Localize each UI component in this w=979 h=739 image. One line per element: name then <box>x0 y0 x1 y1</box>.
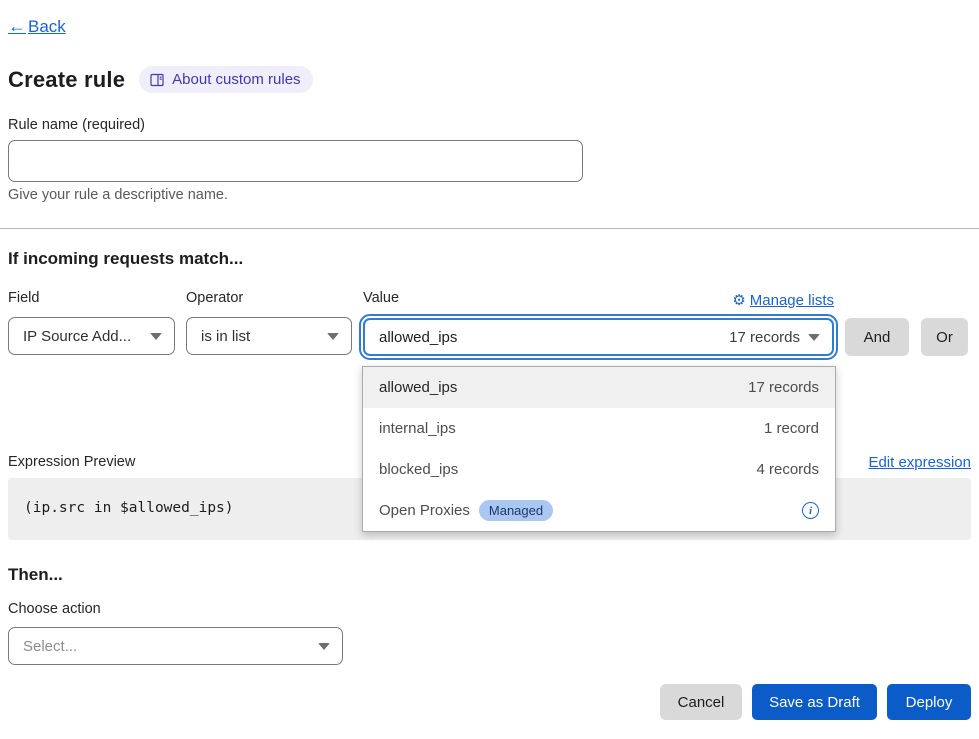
expression-preview-label: Expression Preview <box>8 454 135 470</box>
managed-badge: Managed <box>479 500 553 521</box>
back-label: Back <box>28 17 66 36</box>
then-section-heading: Then... <box>8 565 63 585</box>
operator-label: Operator <box>186 290 243 306</box>
match-section-heading: If incoming requests match... <box>8 249 243 269</box>
about-custom-rules-label: About custom rules <box>172 71 300 88</box>
list-record-count: 17 records <box>748 379 819 396</box>
operator-select[interactable]: is in list <box>186 317 352 355</box>
title-row: Create rule About custom rules <box>8 66 313 93</box>
chevron-down-icon <box>150 333 162 340</box>
chevron-down-icon <box>318 643 330 650</box>
list-name: internal_ips <box>379 420 456 437</box>
value-select-count: 17 records <box>729 329 800 346</box>
rule-name-input[interactable] <box>8 140 583 182</box>
value-dropdown-menu: allowed_ips 17 records internal_ips 1 re… <box>362 366 836 532</box>
list-record-count: 1 record <box>764 420 819 437</box>
page-title: Create rule <box>8 67 125 93</box>
field-select[interactable]: IP Source Add... <box>8 317 175 355</box>
info-icon[interactable]: i <box>802 502 819 519</box>
list-name: Open Proxies <box>379 502 470 519</box>
list-name: blocked_ips <box>379 461 458 478</box>
dropdown-item-blocked-ips[interactable]: blocked_ips 4 records <box>363 449 835 490</box>
expression-code: (ip.src in $allowed_ips) <box>24 500 234 516</box>
manage-lists-link[interactable]: Manage lists <box>750 292 834 309</box>
list-record-count: 4 records <box>756 461 819 478</box>
create-rule-page: ←Back Create rule About custom rules Rul… <box>0 0 979 739</box>
operator-select-value: is in list <box>201 328 250 345</box>
back-arrow-icon: ← <box>8 16 26 36</box>
value-select[interactable]: allowed_ips 17 records <box>363 318 834 356</box>
back-link[interactable]: ←Back <box>8 16 66 37</box>
or-button[interactable]: Or <box>921 318 968 356</box>
book-icon <box>149 72 165 88</box>
edit-expression-link[interactable]: Edit expression <box>868 454 971 471</box>
action-select[interactable]: Select... <box>8 627 343 665</box>
manage-lists-row: ⚙ Manage lists <box>363 291 834 309</box>
save-as-draft-button[interactable]: Save as Draft <box>752 684 877 720</box>
dropdown-item-internal-ips[interactable]: internal_ips 1 record <box>363 408 835 449</box>
about-custom-rules-link[interactable]: About custom rules <box>139 66 312 93</box>
and-button[interactable]: And <box>845 318 909 356</box>
dropdown-item-open-proxies[interactable]: Open Proxies Managed i <box>363 490 835 531</box>
cancel-button[interactable]: Cancel <box>660 684 742 720</box>
chevron-down-icon <box>327 333 339 340</box>
dropdown-item-allowed-ips[interactable]: allowed_ips 17 records <box>363 367 835 408</box>
section-divider <box>0 228 979 229</box>
gear-icon: ⚙ <box>732 292 745 309</box>
deploy-button[interactable]: Deploy <box>887 684 971 720</box>
field-select-value: IP Source Add... <box>23 328 131 345</box>
action-select-placeholder: Select... <box>23 638 77 655</box>
choose-action-label: Choose action <box>8 601 101 617</box>
rule-name-label: Rule name (required) <box>8 117 145 133</box>
list-name-wrap: Open Proxies Managed <box>379 500 553 521</box>
list-name: allowed_ips <box>379 379 457 396</box>
value-select-value: allowed_ips <box>379 329 457 346</box>
chevron-down-icon <box>808 334 820 341</box>
field-label: Field <box>8 290 39 306</box>
rule-name-helper: Give your rule a descriptive name. <box>8 187 228 203</box>
